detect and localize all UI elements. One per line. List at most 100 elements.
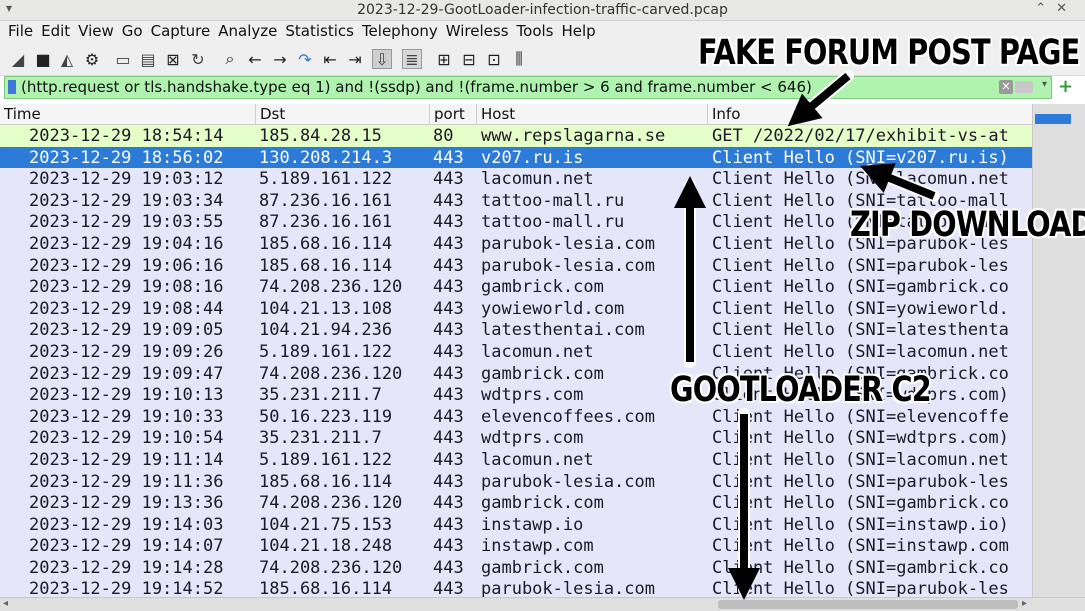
cell-dst: 87.236.16.161 xyxy=(259,190,393,211)
cell-dst: 130.208.214.3 xyxy=(259,147,393,168)
save-file-icon[interactable]: ▤ xyxy=(138,49,158,69)
packet-list: Time Dst port Host Info 2023-12-29 18:54… xyxy=(0,104,1085,611)
cell-port: 443 xyxy=(433,385,464,406)
cell-info: Client Hello (SNI=gambrick.co xyxy=(712,277,1009,298)
menu-statistics[interactable]: Statistics xyxy=(281,21,358,42)
cell-port: 443 xyxy=(433,212,464,233)
go-back-icon[interactable]: ← xyxy=(245,49,265,69)
menu-file[interactable]: File xyxy=(4,21,37,42)
column-header-info[interactable]: Info xyxy=(708,104,1032,125)
cell-info: Client Hello (SNI=wdtprs.com) xyxy=(712,428,1009,449)
packet-row[interactable]: 2023-12-29 19:14:03 104.21.75.153 443 insta… xyxy=(0,514,1032,536)
packet-row[interactable]: 2023-12-29 19:09:26 5.189.161.122 443 lacom… xyxy=(0,341,1032,363)
reload-icon[interactable]: ↻ xyxy=(188,49,208,69)
menu-tools[interactable]: Tools xyxy=(513,21,558,42)
cell-host: wdtprs.com xyxy=(481,385,584,406)
cell-info: Client Hello (SNI=instawp.io) xyxy=(712,514,1009,535)
shark-fin-icon[interactable]: ◢ xyxy=(8,49,28,69)
cell-host: gambrick.com xyxy=(481,363,604,384)
filter-bookmark-icon[interactable] xyxy=(8,80,16,94)
cell-time: 2023-12-29 19:08:16 xyxy=(29,277,224,298)
add-filter-button-icon[interactable]: + xyxy=(1058,76,1073,97)
packet-row[interactable]: 2023-12-29 19:10:54 35.231.211.7 443 wdtprs… xyxy=(0,427,1032,449)
cell-port: 80 xyxy=(433,126,454,146)
packet-row[interactable]: 2023-12-29 19:14:28 74.208.236.120 443 gamb… xyxy=(0,557,1032,579)
stop-capture-icon[interactable]: ■ xyxy=(33,49,53,69)
column-header-time[interactable]: Time xyxy=(0,104,256,125)
cell-time: 2023-12-29 19:09:47 xyxy=(29,363,224,384)
horizontal-scroll-thumb[interactable] xyxy=(718,600,1018,609)
cell-dst: 5.189.161.122 xyxy=(259,341,393,362)
packet-row[interactable]: 2023-12-29 19:06:16 185.68.16.114 443 parub… xyxy=(0,255,1032,277)
packet-row[interactable]: 2023-12-29 19:14:07 104.21.18.248 443 insta… xyxy=(0,535,1032,557)
clear-filter-icon[interactable]: ✕ xyxy=(999,80,1013,94)
cell-time: 2023-12-29 19:09:26 xyxy=(29,341,224,362)
last-packet-icon[interactable]: ⇥ xyxy=(345,49,365,69)
first-packet-icon[interactable]: ⇤ xyxy=(320,49,340,69)
cell-port: 443 xyxy=(433,190,464,211)
zoom-out-icon[interactable]: ⊟ xyxy=(459,49,479,69)
menu-analyze[interactable]: Analyze xyxy=(214,21,281,42)
cell-host: www.repslagarna.se xyxy=(481,126,666,146)
packet-row[interactable]: 2023-12-29 19:08:16 74.208.236.120 443 gamb… xyxy=(0,276,1032,298)
packet-list-header: Time Dst port Host Info xyxy=(0,104,1032,125)
packet-row[interactable]: 2023-12-29 19:11:14 5.189.161.122 443 lacom… xyxy=(0,449,1032,471)
menu-help[interactable]: Help xyxy=(557,21,599,42)
column-header-dst[interactable]: Dst xyxy=(256,104,430,125)
cell-host: tattoo-mall.ru xyxy=(481,190,625,211)
go-forward-icon[interactable]: → xyxy=(270,49,290,69)
packet-row[interactable]: 2023-12-29 19:13:36 74.208.236.120 443 gamb… xyxy=(0,492,1032,514)
apply-filter-icon[interactable] xyxy=(1015,81,1033,93)
packet-row[interactable]: 2023-12-29 18:54:14 185.84.28.15 80 www.rep… xyxy=(0,125,1032,147)
column-header-port[interactable]: port xyxy=(430,104,477,125)
menu-wireless[interactable]: Wireless xyxy=(442,21,513,42)
packet-row[interactable]: 2023-12-29 19:09:05 104.21.94.236 443 lates… xyxy=(0,319,1032,341)
scrollbar-position-marker xyxy=(1035,114,1071,124)
cell-time: 2023-12-29 18:56:02 xyxy=(29,147,224,168)
menu-telephony[interactable]: Telephony xyxy=(358,21,442,42)
normal-size-icon[interactable]: ⊡ xyxy=(484,49,504,69)
cell-time: 2023-12-29 19:11:14 xyxy=(29,449,224,470)
cell-dst: 185.68.16.114 xyxy=(259,471,393,492)
cell-dst: 104.21.94.236 xyxy=(259,320,393,341)
cell-host: instawp.com xyxy=(481,536,594,557)
scroll-left-icon[interactable]: ◂ xyxy=(3,598,8,609)
resize-columns-icon[interactable]: ⫼ xyxy=(509,49,529,69)
window-title: 2023-12-29-GootLoader-infection-traffic-… xyxy=(357,2,728,18)
cell-port: 443 xyxy=(433,169,464,190)
close-file-icon[interactable]: ⊠ xyxy=(163,49,183,69)
vertical-scrollbar[interactable] xyxy=(1032,104,1085,597)
open-file-icon[interactable]: ▭ xyxy=(113,49,133,69)
cell-host: lacomun.net xyxy=(481,169,594,190)
cell-info: Client Hello (SNI=lacomun.net xyxy=(712,169,1009,190)
cell-host: gambrick.com xyxy=(481,493,604,514)
colorize-icon[interactable]: ≣ xyxy=(402,49,422,69)
display-filter-input[interactable]: (http.request or tls.handshake.type eq 1… xyxy=(21,78,812,96)
cell-info: Client Hello (SNI=yowieworld. xyxy=(712,298,1009,319)
filter-history-dropdown-icon[interactable]: ▾ xyxy=(1042,79,1047,90)
zoom-in-icon[interactable]: ⊞ xyxy=(434,49,454,69)
menu-capture[interactable]: Capture xyxy=(147,21,215,42)
autoscroll-icon[interactable]: ⇩ xyxy=(372,49,392,69)
menu-view[interactable]: View xyxy=(74,21,118,42)
go-to-packet-icon[interactable]: ↷ xyxy=(295,49,315,69)
cell-host: parubok-lesia.com xyxy=(481,255,655,276)
find-packet-icon[interactable]: ⌕ xyxy=(220,49,240,69)
horizontal-scrollbar[interactable]: ◂ ▸ xyxy=(0,597,1085,611)
menu-edit[interactable]: Edit xyxy=(37,21,74,42)
display-filter-bar[interactable]: (http.request or tls.handshake.type eq 1… xyxy=(4,76,1052,99)
column-header-host[interactable]: Host xyxy=(477,104,708,125)
packet-row[interactable]: 2023-12-29 19:03:12 5.189.161.122 443 lacom… xyxy=(0,168,1032,190)
scroll-right-icon[interactable]: ▸ xyxy=(1022,598,1027,609)
window-controls[interactable]: ⌃✕ xyxy=(1035,1,1077,16)
cell-port: 443 xyxy=(433,449,464,470)
packet-row[interactable]: 2023-12-29 19:08:44 104.21.13.108 443 yowie… xyxy=(0,298,1032,320)
packet-row-selected[interactable]: 2023-12-29 18:56:02 130.208.214.3 443 v207.… xyxy=(0,146,1032,169)
cell-port: 443 xyxy=(433,341,464,362)
menu-go[interactable]: Go xyxy=(118,21,147,42)
cell-dst: 185.68.16.114 xyxy=(259,255,393,276)
cell-host: gambrick.com xyxy=(481,277,604,298)
packet-row[interactable]: 2023-12-29 19:11:36 185.68.16.114 443 parub… xyxy=(0,471,1032,493)
capture-options-icon[interactable]: ⚙ xyxy=(82,49,102,69)
restart-capture-icon[interactable]: ◭ xyxy=(57,49,77,69)
